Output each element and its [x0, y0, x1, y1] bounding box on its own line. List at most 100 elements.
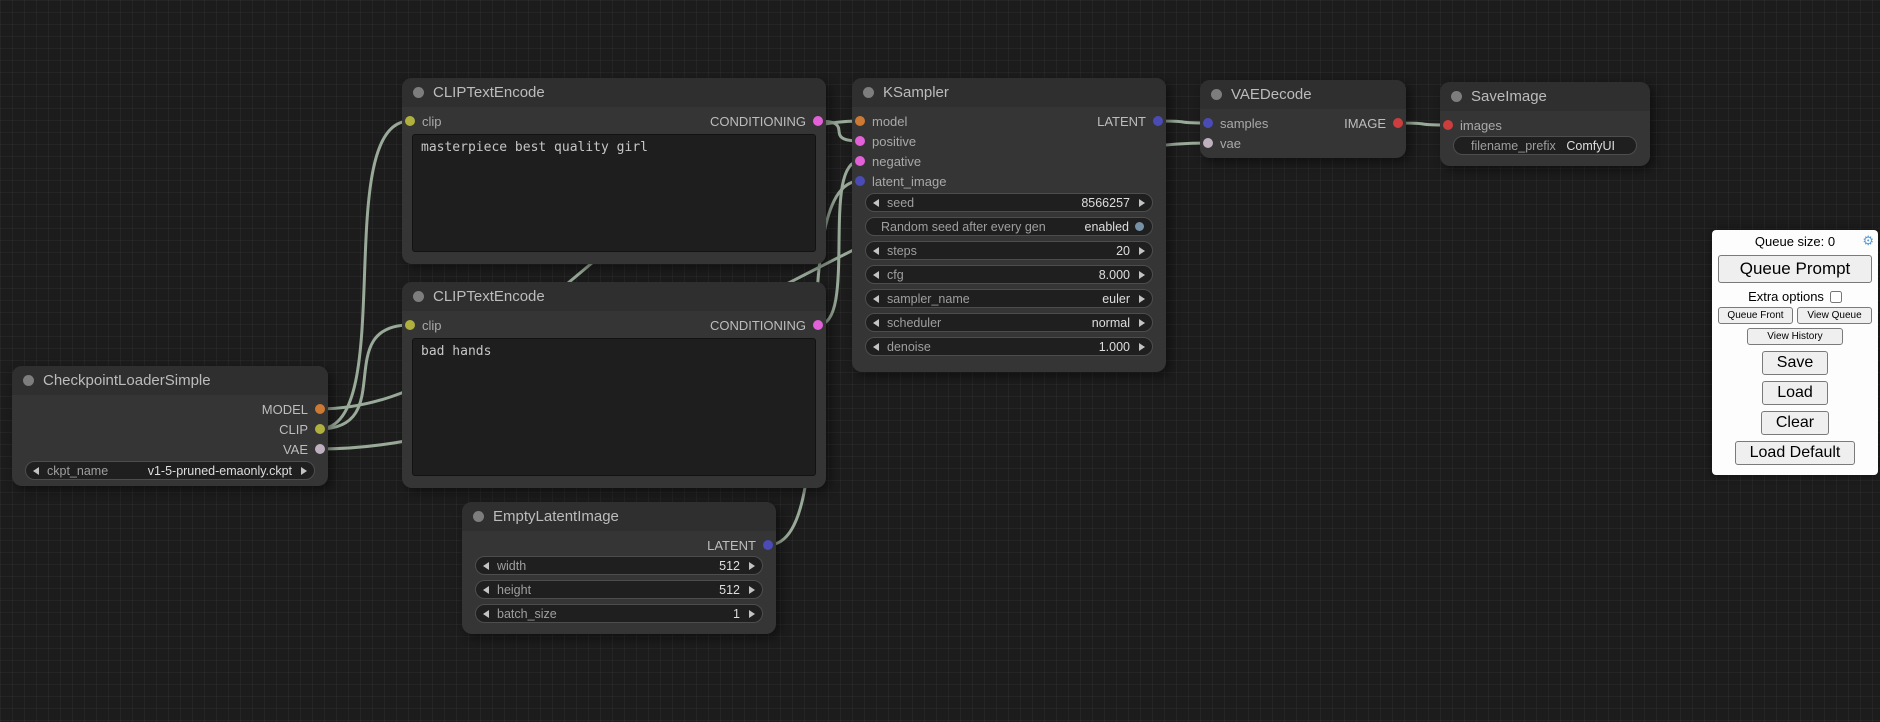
- increment-arrow-icon[interactable]: [1139, 247, 1145, 255]
- output-slot-vae[interactable]: [315, 444, 325, 454]
- collapse-dot-icon[interactable]: [473, 511, 484, 522]
- queue-front-button[interactable]: Queue Front: [1718, 307, 1793, 324]
- node-title-bar[interactable]: KSampler: [852, 78, 1166, 107]
- decrement-arrow-icon[interactable]: [873, 271, 879, 279]
- widget-value: ComfyUI: [1566, 139, 1615, 153]
- input-slot-samples[interactable]: [1203, 118, 1213, 128]
- settings-gear-icon[interactable]: ⚙: [1862, 232, 1874, 250]
- widget-ckpt-name[interactable]: ckpt_name v1-5-pruned-emaonly.ckpt: [25, 461, 315, 480]
- widget-height[interactable]: height 512: [475, 580, 763, 599]
- node-title-bar[interactable]: VAEDecode: [1200, 80, 1406, 109]
- decrement-arrow-icon[interactable]: [873, 319, 879, 327]
- node-checkpoint-loader[interactable]: CheckpointLoaderSimple MODEL CLIP VAE: [12, 366, 328, 486]
- input-slot-vae[interactable]: [1203, 138, 1213, 148]
- input-label: negative: [872, 154, 921, 169]
- output-slot-conditioning[interactable]: [813, 116, 823, 126]
- output-slot-model[interactable]: [315, 404, 325, 414]
- output-slot-conditioning[interactable]: [813, 320, 823, 330]
- node-title-bar[interactable]: CLIPTextEncode: [402, 78, 826, 107]
- output-slot-latent[interactable]: [1153, 116, 1163, 126]
- queue-size-label: Queue size: 0: [1755, 234, 1835, 249]
- decrement-arrow-icon[interactable]: [873, 247, 879, 255]
- queue-prompt-button[interactable]: Queue Prompt: [1718, 255, 1872, 283]
- collapse-dot-icon[interactable]: [23, 375, 34, 386]
- output-label: LATENT: [1097, 114, 1146, 129]
- increment-arrow-icon[interactable]: [1139, 271, 1145, 279]
- collapse-dot-icon[interactable]: [863, 87, 874, 98]
- increment-arrow-icon[interactable]: [1139, 319, 1145, 327]
- decrement-arrow-icon[interactable]: [483, 562, 489, 570]
- output-slot-image[interactable]: [1393, 118, 1403, 128]
- decrement-arrow-icon[interactable]: [33, 467, 39, 475]
- widget-steps[interactable]: steps 20: [865, 241, 1153, 260]
- increment-arrow-icon[interactable]: [749, 586, 755, 594]
- decrement-arrow-icon[interactable]: [873, 295, 879, 303]
- prompt-textarea[interactable]: masterpiece best quality girl: [412, 134, 816, 252]
- graph-canvas[interactable]: CheckpointLoaderSimple MODEL CLIP VAE: [0, 0, 1880, 722]
- widget-label: steps: [887, 244, 917, 258]
- view-queue-button[interactable]: View Queue: [1797, 307, 1872, 324]
- decrement-arrow-icon[interactable]: [873, 343, 879, 351]
- output-label: CONDITIONING: [710, 114, 806, 129]
- output-row: VAE: [12, 439, 328, 459]
- increment-arrow-icon[interactable]: [749, 610, 755, 618]
- widget-value: normal: [1092, 316, 1130, 330]
- input-slot-negative[interactable]: [855, 156, 865, 166]
- output-row: LATENT: [462, 535, 776, 555]
- node-title-bar[interactable]: CLIPTextEncode: [402, 282, 826, 311]
- widget-seed[interactable]: seed 8566257: [865, 193, 1153, 212]
- output-slot-latent[interactable]: [763, 540, 773, 550]
- widget-label: filename_prefix: [1471, 139, 1556, 153]
- widget-label: seed: [887, 196, 914, 210]
- collapse-dot-icon[interactable]: [1211, 89, 1222, 100]
- increment-arrow-icon[interactable]: [1139, 295, 1145, 303]
- decrement-arrow-icon[interactable]: [483, 610, 489, 618]
- output-slot-clip[interactable]: [315, 424, 325, 434]
- collapse-dot-icon[interactable]: [413, 291, 424, 302]
- extra-options-checkbox[interactable]: [1830, 291, 1842, 303]
- prompt-textarea[interactable]: bad hands: [412, 338, 816, 476]
- input-slot-clip[interactable]: [405, 320, 415, 330]
- collapse-dot-icon[interactable]: [413, 87, 424, 98]
- increment-arrow-icon[interactable]: [1139, 343, 1145, 351]
- widget-batch-size[interactable]: batch_size 1: [475, 604, 763, 623]
- widget-label: denoise: [887, 340, 931, 354]
- decrement-arrow-icon[interactable]: [873, 199, 879, 207]
- widget-random-seed-toggle[interactable]: Random seed after every gen enabled: [865, 217, 1153, 236]
- widget-filename-prefix[interactable]: filename_prefix ComfyUI: [1453, 136, 1637, 155]
- slot-row: samples IMAGE: [1200, 113, 1406, 133]
- clear-button[interactable]: Clear: [1761, 411, 1829, 435]
- node-title-bar[interactable]: EmptyLatentImage: [462, 502, 776, 531]
- node-clip-text-encode-negative[interactable]: CLIPTextEncode clip CONDITIONING bad han…: [402, 282, 826, 488]
- node-title-bar[interactable]: CheckpointLoaderSimple: [12, 366, 328, 395]
- input-slot-images[interactable]: [1443, 120, 1453, 130]
- widget-scheduler[interactable]: scheduler normal: [865, 313, 1153, 332]
- collapse-dot-icon[interactable]: [1451, 91, 1462, 102]
- widget-cfg[interactable]: cfg 8.000: [865, 265, 1153, 284]
- load-default-button[interactable]: Load Default: [1735, 441, 1856, 465]
- increment-arrow-icon[interactable]: [749, 562, 755, 570]
- node-empty-latent-image[interactable]: EmptyLatentImage LATENT width 512 height…: [462, 502, 776, 634]
- input-slot-clip[interactable]: [405, 116, 415, 126]
- node-title-bar[interactable]: SaveImage: [1440, 82, 1650, 111]
- widget-width[interactable]: width 512: [475, 556, 763, 575]
- input-slot-positive[interactable]: [855, 136, 865, 146]
- node-save-image[interactable]: SaveImage images filename_prefix ComfyUI: [1440, 82, 1650, 166]
- node-title-text: VAEDecode: [1231, 86, 1312, 103]
- increment-arrow-icon[interactable]: [1139, 199, 1145, 207]
- widget-denoise[interactable]: denoise 1.000: [865, 337, 1153, 356]
- input-label: model: [872, 114, 907, 129]
- node-vae-decode[interactable]: VAEDecode samples IMAGE vae: [1200, 80, 1406, 158]
- decrement-arrow-icon[interactable]: [483, 586, 489, 594]
- node-clip-text-encode-positive[interactable]: CLIPTextEncode clip CONDITIONING masterp…: [402, 78, 826, 264]
- menu-header: Queue size: 0 ⚙: [1718, 233, 1872, 251]
- input-slot-model[interactable]: [855, 116, 865, 126]
- widget-label: Random seed after every gen: [881, 220, 1046, 234]
- load-button[interactable]: Load: [1762, 381, 1828, 405]
- input-slot-latent-image[interactable]: [855, 176, 865, 186]
- increment-arrow-icon[interactable]: [301, 467, 307, 475]
- widget-sampler-name[interactable]: sampler_name euler: [865, 289, 1153, 308]
- save-button[interactable]: Save: [1762, 351, 1828, 375]
- node-ksampler[interactable]: KSampler model LATENT positive: [852, 78, 1166, 372]
- view-history-button[interactable]: View History: [1747, 328, 1843, 345]
